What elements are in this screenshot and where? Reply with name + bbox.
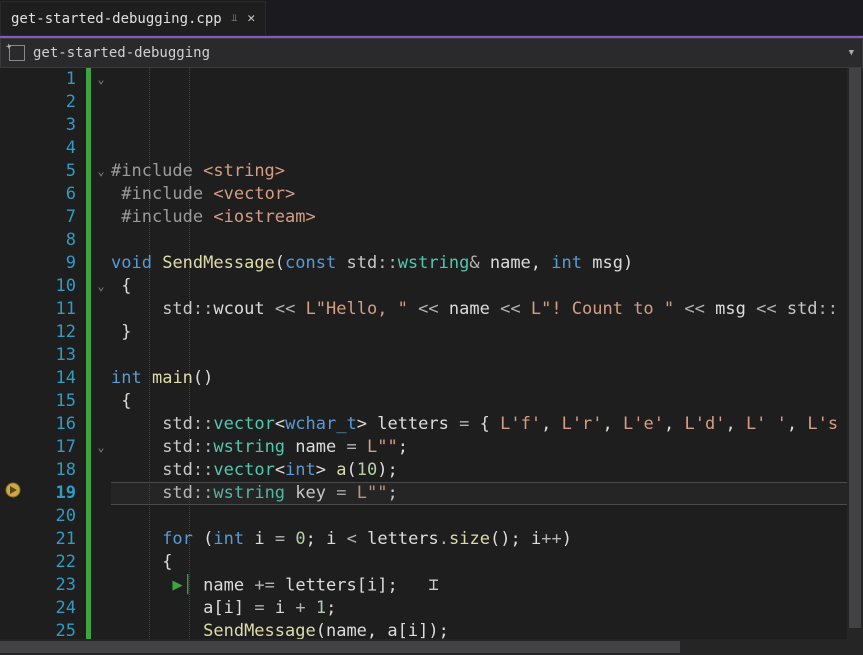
fold-toggle: [91, 597, 111, 620]
vertical-scrollbar-thumb[interactable]: [849, 68, 861, 628]
line-number[interactable]: 18: [28, 459, 76, 482]
fold-toggle: [91, 528, 111, 551]
code-line[interactable]: [111, 505, 863, 528]
code-line[interactable]: void SendMessage(const std::wstring& nam…: [111, 252, 863, 275]
code-line[interactable]: }: [111, 321, 863, 344]
fold-toggle: [91, 551, 111, 574]
line-number[interactable]: 15: [28, 390, 76, 413]
line-number[interactable]: 24: [28, 597, 76, 620]
code-line[interactable]: std::wstring key = L"";: [111, 482, 863, 505]
code-line[interactable]: {: [111, 390, 863, 413]
scope-icon: [9, 45, 25, 61]
line-number[interactable]: 2: [28, 91, 76, 114]
line-number[interactable]: 16: [28, 413, 76, 436]
fold-toggle: [91, 91, 111, 114]
fold-toggle: [91, 321, 111, 344]
fold-toggle[interactable]: ⌄: [91, 436, 111, 459]
chevron-down-icon[interactable]: ▼: [849, 48, 854, 58]
line-number[interactable]: 23: [28, 574, 76, 597]
fold-toggle: [91, 183, 111, 206]
vertical-scrollbar[interactable]: [847, 68, 863, 655]
line-number[interactable]: 5: [28, 160, 76, 183]
code-line[interactable]: ▶│ name += letters[i]; ⌶: [111, 574, 863, 597]
fold-toggle: [91, 114, 111, 137]
fold-toggle: [91, 137, 111, 160]
navigation-scope-bar[interactable]: get-started-debugging ▼: [0, 38, 863, 68]
line-number[interactable]: 8: [28, 229, 76, 252]
fold-toggle: [91, 229, 111, 252]
fold-toggle: [91, 298, 111, 321]
code-line[interactable]: [111, 344, 863, 367]
code-line[interactable]: a[i] = i + 1;: [111, 597, 863, 620]
line-number[interactable]: 20: [28, 505, 76, 528]
code-line[interactable]: int main(): [111, 367, 863, 390]
line-number[interactable]: 3: [28, 114, 76, 137]
code-line[interactable]: std::vector<int> a(10);: [111, 459, 863, 482]
line-number[interactable]: 10: [28, 275, 76, 298]
fold-column[interactable]: ⌄ ⌄ ⌄ ⌄: [91, 68, 111, 655]
code-line[interactable]: #include <vector>: [111, 183, 863, 206]
line-number[interactable]: 13: [28, 344, 76, 367]
glyph-margin[interactable]: [0, 68, 28, 655]
line-number[interactable]: 11: [28, 298, 76, 321]
code-line[interactable]: #include <iostream>: [111, 206, 863, 229]
code-line[interactable]: #include <string>: [111, 160, 863, 183]
horizontal-scrollbar-thumb[interactable]: [0, 641, 680, 653]
tab-title: get-started-debugging.cpp: [11, 11, 222, 27]
line-number[interactable]: 22: [28, 551, 76, 574]
fold-toggle: [91, 505, 111, 528]
code-editor[interactable]: 1234567891011121314151617181920212223242…: [0, 68, 863, 655]
fold-toggle: [91, 413, 111, 436]
fold-toggle[interactable]: ⌄: [91, 68, 111, 91]
code-line[interactable]: [111, 229, 863, 252]
code-line[interactable]: std::vector<wchar_t> letters = { L'f', L…: [111, 413, 863, 436]
file-tab[interactable]: get-started-debugging.cpp ⫫ ✕: [0, 1, 266, 35]
code-line[interactable]: std::wcout << L"Hello, " << name << L"! …: [111, 298, 863, 321]
fold-toggle: [91, 344, 111, 367]
fold-toggle: [91, 252, 111, 275]
execution-pointer-icon: [5, 482, 21, 498]
horizontal-scrollbar[interactable]: [0, 639, 847, 655]
line-number[interactable]: 7: [28, 206, 76, 229]
code-line[interactable]: {: [111, 275, 863, 298]
fold-toggle: [91, 459, 111, 482]
fold-toggle: [91, 206, 111, 229]
line-number[interactable]: 14: [28, 367, 76, 390]
line-number-gutter[interactable]: 1234567891011121314151617181920212223242…: [28, 68, 86, 655]
line-number[interactable]: 9: [28, 252, 76, 275]
line-number[interactable]: 19: [28, 482, 76, 505]
line-number[interactable]: 1: [28, 68, 76, 91]
code-line[interactable]: {: [111, 551, 863, 574]
fold-toggle: [91, 390, 111, 413]
scope-name: get-started-debugging: [33, 45, 210, 61]
line-number[interactable]: 12: [28, 321, 76, 344]
fold-toggle: [91, 482, 111, 505]
close-icon[interactable]: ✕: [247, 11, 255, 26]
fold-toggle: [91, 574, 111, 597]
line-number[interactable]: 6: [28, 183, 76, 206]
fold-toggle[interactable]: ⌄: [91, 275, 111, 298]
tab-bar: get-started-debugging.cpp ⫫ ✕: [0, 0, 863, 36]
code-area[interactable]: #include <string> #include <vector> #inc…: [111, 68, 863, 655]
pin-icon[interactable]: ⫫: [232, 13, 238, 24]
code-line[interactable]: std::wstring name = L"";: [111, 436, 863, 459]
code-line[interactable]: for (int i = 0; i < letters.size(); i++): [111, 528, 863, 551]
line-number[interactable]: 4: [28, 137, 76, 160]
line-number[interactable]: 21: [28, 528, 76, 551]
line-number[interactable]: 17: [28, 436, 76, 459]
fold-toggle[interactable]: ⌄: [91, 160, 111, 183]
fold-toggle: [91, 367, 111, 390]
